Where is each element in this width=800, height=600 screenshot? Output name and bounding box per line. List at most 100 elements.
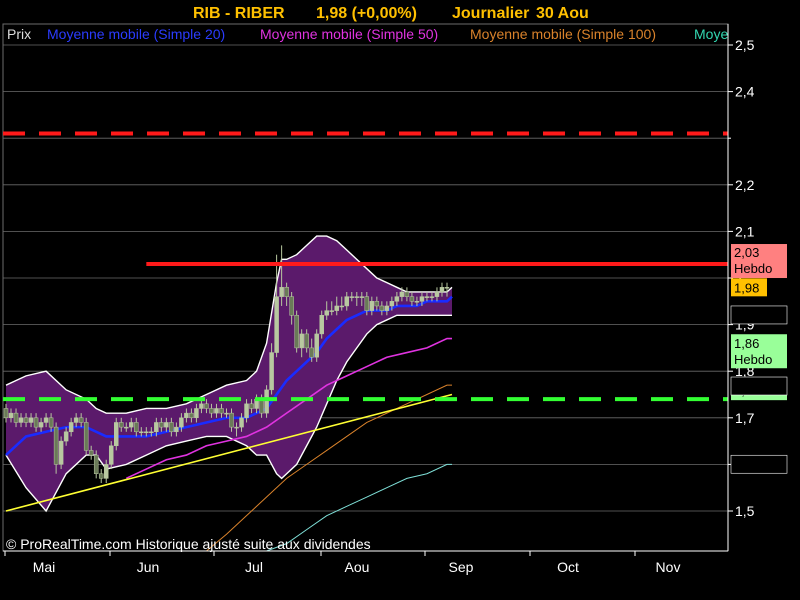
legend-ma100: Moyenne mobile (Simple 100) — [470, 26, 656, 42]
level-tag-value: 2,31 — [734, 118, 759, 133]
candle-body — [279, 287, 284, 297]
candle-body — [139, 431, 144, 434]
price-tag-value: 1,98 — [734, 280, 759, 295]
candle-body — [108, 445, 114, 465]
candle-body — [184, 412, 189, 419]
chart-legend: Prix Moyenne mobile (Simple 20) Moyenne … — [7, 26, 728, 42]
candle-body — [209, 408, 214, 414]
x-tick-label: Aou — [345, 559, 370, 575]
candle-body — [439, 287, 445, 293]
candle-body — [129, 422, 134, 428]
legend-ma50: Moyenne mobile (Simple 50) — [260, 26, 438, 42]
candle-body — [58, 440, 64, 465]
y-tick-label: 2,5 — [735, 37, 755, 53]
candle-body — [289, 296, 294, 316]
candle-body — [159, 422, 164, 428]
candle-body — [174, 426, 179, 433]
candle-body — [419, 296, 425, 302]
y-tick-label: 2,4 — [735, 84, 755, 100]
price-tag-value: 1,6003 — [734, 457, 774, 472]
candle-body — [83, 422, 89, 451]
candle-body — [294, 315, 299, 349]
candle-body — [269, 352, 274, 391]
candle-body — [214, 408, 219, 414]
candle-body — [169, 422, 174, 433]
legend-ma20: Moyenne mobile (Simple 20) — [47, 26, 225, 42]
candle-body — [274, 296, 279, 353]
candle-body — [434, 291, 440, 297]
price-tag-sublabel: Hebdo — [734, 352, 772, 367]
candle-body — [344, 296, 350, 307]
candle-body — [28, 417, 34, 423]
y-tick-label: 2,2 — [735, 177, 755, 193]
candle-body — [78, 417, 84, 423]
candle-body — [394, 296, 400, 302]
stock-chart: RIB - RIBER 1,98 (+0,00%) Journalier 30 … — [0, 0, 800, 600]
candle-body — [374, 301, 380, 307]
candle-body — [369, 301, 375, 311]
candle-body — [229, 412, 234, 428]
candle-body — [189, 412, 194, 419]
candle-body — [204, 403, 209, 409]
candle-body — [194, 408, 199, 419]
candle-body — [18, 417, 24, 423]
candle-body — [113, 422, 119, 447]
candle-body — [339, 305, 345, 308]
candle-body — [379, 305, 385, 311]
price-tag-value: 1,9207 — [734, 308, 774, 323]
candle-body — [154, 422, 159, 433]
legend-ma200: Moye — [694, 26, 728, 42]
candle-body — [33, 417, 39, 428]
title-symbol: RIB - RIBER — [193, 5, 285, 22]
candle-body — [144, 431, 149, 434]
candle-body — [299, 333, 304, 349]
candle-body — [414, 301, 420, 303]
candle-body — [43, 417, 49, 423]
candle-body — [199, 403, 204, 409]
candle-body — [103, 464, 109, 479]
candle-body — [304, 333, 309, 349]
candle-body — [264, 389, 269, 414]
candle-body — [8, 412, 14, 419]
legend-prix: Prix — [7, 26, 31, 42]
candle-body — [309, 347, 314, 358]
candle-body — [349, 296, 355, 298]
candle-body — [354, 296, 360, 298]
candle-body — [404, 291, 410, 297]
candle-body — [409, 296, 415, 302]
candle-body — [3, 408, 9, 419]
candle-body — [324, 310, 329, 316]
candle-body — [239, 417, 244, 428]
level-tag-sublabel: Hebdo — [734, 134, 772, 149]
price-tag-value: 1,86 — [734, 336, 759, 351]
candle-body — [384, 305, 390, 311]
x-tick-label: Jul — [245, 559, 263, 575]
copyright-text: © ProRealTime.com Historique ajusté suit… — [6, 536, 371, 552]
candle-body — [13, 412, 19, 423]
candle-body — [224, 412, 229, 415]
candle-body — [134, 422, 139, 433]
candle-body — [424, 296, 430, 298]
candle-body — [284, 287, 289, 297]
candle-body — [48, 417, 54, 428]
candle-body — [259, 398, 264, 414]
candle-body — [399, 291, 405, 297]
candle-body — [249, 403, 254, 409]
level-tag-value: 2,03 — [734, 245, 759, 260]
y-tick-label: 1,5 — [735, 503, 755, 519]
candle-body — [364, 296, 370, 311]
candle-body — [68, 422, 74, 433]
candle-body — [124, 426, 129, 429]
price-tag-value: 1,7682 — [734, 379, 774, 394]
candle-body — [334, 305, 339, 311]
x-tick-label: Sep — [449, 559, 474, 575]
candle-body — [244, 403, 249, 419]
title-quote: 1,98 (+0,00%) — [316, 5, 417, 22]
candle-body — [329, 310, 334, 312]
candle-body — [389, 301, 395, 307]
candle-body — [444, 287, 450, 289]
candle-body — [93, 454, 99, 474]
candle-body — [359, 296, 365, 298]
y-tick-label: 1,7 — [735, 410, 755, 426]
x-tick-label: Oct — [557, 559, 579, 575]
